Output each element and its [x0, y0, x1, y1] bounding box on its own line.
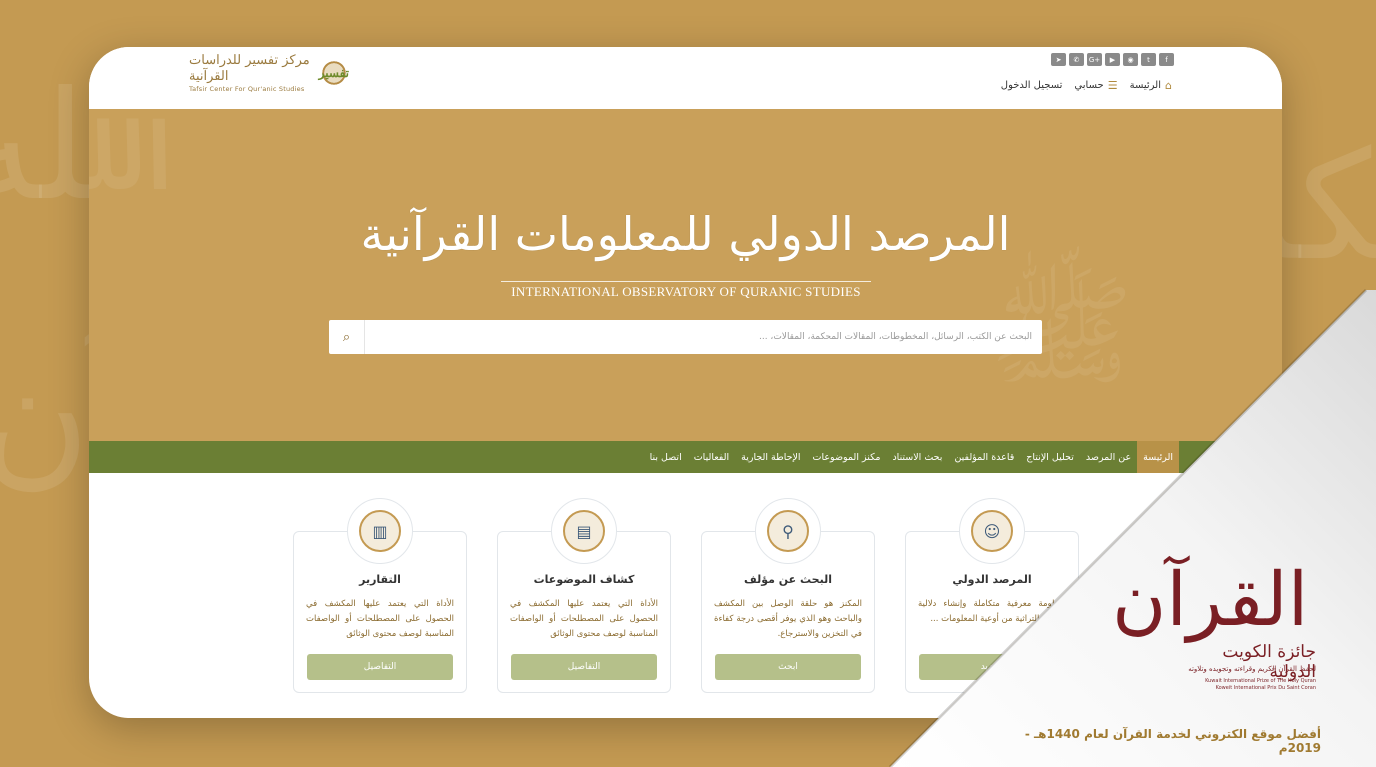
logo-emblem-icon: تفسير	[318, 54, 349, 92]
card-icon-wrap: ▥	[347, 498, 413, 564]
card-description: المكنز هو حلقة الوصل بين المكشف والباحث …	[714, 599, 862, 639]
card-title: كشاف الموضوعات	[533, 573, 635, 586]
nav-item-about[interactable]: عن المرصد	[1080, 441, 1137, 473]
home-link[interactable]: ⌂ الرئيسة	[1130, 79, 1172, 92]
telegram-icon[interactable]: ➤	[1051, 53, 1066, 66]
award-english: Kuwait International Prize of The Holy Q…	[1186, 678, 1316, 692]
award-emblem: القرآن	[1112, 557, 1309, 643]
youtube-icon[interactable]: ▶	[1105, 53, 1120, 66]
card-subject-index: ▤ كشاف الموضوعات الأداة التي يعتمد عليها…	[497, 498, 671, 693]
nav-item-home[interactable]: الرئيسة	[1137, 441, 1179, 473]
search-button[interactable]: ⌕	[329, 320, 365, 354]
logo-arabic-text: مركز تفسير للدراسات القرآنية	[189, 53, 310, 84]
card-description: منظومة معرفية متكاملة وإنشاء دلالية للأو…	[918, 599, 1066, 624]
hero-title-arabic: المرصد الدولي للمعلومات القرآنية	[360, 207, 1011, 261]
card-reports: ▥ التقارير الأداة التي يعتمد عليها المكش…	[293, 498, 467, 693]
site-logo[interactable]: مركز تفسير للدراسات القرآنية Tafsir Cent…	[189, 53, 349, 93]
award-name: جائزة الكويت الدولية	[1222, 642, 1316, 682]
account-link-label: حسابي	[1074, 80, 1104, 91]
nav-item-contact[interactable]: اتصل بنا	[644, 441, 688, 473]
nav-item-current-awareness[interactable]: الإحاطة الجارية	[735, 441, 806, 473]
award-english-line: Kuwait International Prize of The Holy Q…	[1205, 678, 1316, 684]
nav-item-reference-search[interactable]: بحث الاستناد	[886, 441, 948, 473]
search-input[interactable]	[365, 320, 1042, 354]
feature-cards: ☺ المرصد الدولي منظومة معرفية متكاملة وإ…	[293, 498, 1079, 693]
nav-item-analysis[interactable]: تحليل الإنتاج	[1020, 441, 1080, 473]
notebook-icon: ▤	[563, 510, 605, 552]
search-icon: ⌕	[342, 329, 351, 345]
list-icon: ☰	[1107, 79, 1118, 92]
card-description: الأداة التي يعتمد عليها المكشف في الحصول…	[306, 599, 454, 639]
card-title: التقارير	[359, 573, 401, 586]
card-search-button[interactable]: ابحث	[715, 654, 861, 680]
browser-window: مركز تفسير للدراسات القرآنية Tafsir Cent…	[89, 47, 1282, 718]
home-link-label: الرئيسة	[1129, 80, 1162, 91]
social-links: ➤ ✆ G+ ▶ ◉ t f	[1051, 53, 1174, 66]
award-subtitle: لحفظ القرآن الكريم وقراءته وتجويده وتلاو…	[1188, 665, 1316, 673]
author-search-icon: ⚲	[767, 510, 809, 552]
home-icon: ⌂	[1165, 79, 1172, 92]
nav-item-thesaurus[interactable]: مكنز الموضوعات	[807, 441, 887, 473]
card-author-search: ⚲ البحث عن مؤلف المكنز هو حلقة الوصل بين…	[701, 498, 875, 693]
award-english-line: Koweit International Prix Du Saint Coran	[1215, 685, 1316, 691]
rss-icon[interactable]: ◉	[1123, 53, 1138, 66]
login-link[interactable]: تسجيل الدخول	[1001, 79, 1063, 92]
logo-english-text: Tafsir Center For Qur'anic Studies	[189, 85, 305, 93]
report-chart-icon: ▥	[359, 510, 401, 552]
top-links: ⌂ الرئيسة ☰ حسابي تسجيل الدخول	[1001, 79, 1172, 92]
hero-banner: ﷲ ﷺ المرصد الدولي للمعلومات القرآنية INT…	[89, 109, 1282, 441]
card-details-button[interactable]: التفاصيل	[307, 654, 453, 680]
card-description: الأداة التي يعتمد عليها المكشف في الحصول…	[510, 599, 658, 639]
twitter-icon[interactable]: t	[1141, 53, 1156, 66]
card-title: المرصد الدولي	[952, 573, 1032, 586]
card-title: البحث عن مؤلف	[744, 573, 832, 586]
nav-item-authors[interactable]: قاعدة المؤلفين	[948, 441, 1020, 473]
account-link[interactable]: ☰ حسابي	[1074, 79, 1117, 92]
facebook-icon[interactable]: f	[1159, 53, 1174, 66]
google-plus-icon[interactable]: G+	[1087, 53, 1102, 66]
card-icon-wrap: ▤	[551, 498, 617, 564]
award-caption: أفضل موقع الكتروني لخدمة القرآن لعام 144…	[1024, 727, 1321, 755]
search-bar: ⌕	[329, 320, 1042, 354]
card-observatory: ☺ المرصد الدولي منظومة معرفية متكاملة وإ…	[905, 498, 1079, 693]
card-icon-wrap: ⚲	[755, 498, 821, 564]
nav-item-events[interactable]: الفعاليات	[688, 441, 735, 473]
login-link-label: تسجيل الدخول	[1000, 80, 1063, 91]
main-navigation: الرئيسة عن المرصد تحليل الإنتاج قاعدة ال…	[89, 441, 1282, 473]
whatsapp-icon[interactable]: ✆	[1069, 53, 1084, 66]
card-details-button[interactable]: التفاصيل	[511, 654, 657, 680]
card-more-button[interactable]: المزيد	[919, 654, 1065, 680]
award-logo: القرآن جائزة الكويت الدولية لحفظ القرآن …	[1112, 520, 1322, 720]
top-bar: مركز تفسير للدراسات القرآنية Tafsir Cent…	[89, 47, 1282, 109]
hero-ghost-calligraphy: ﷲ	[89, 109, 99, 218]
card-icon-wrap: ☺	[959, 498, 1025, 564]
hero-title-english: INTERNATIONAL OBSERVATORY OF QURANIC STU…	[501, 281, 871, 300]
logo-text: مركز تفسير للدراسات القرآنية Tafsir Cent…	[189, 53, 311, 93]
user-profile-icon: ☺	[971, 510, 1013, 552]
